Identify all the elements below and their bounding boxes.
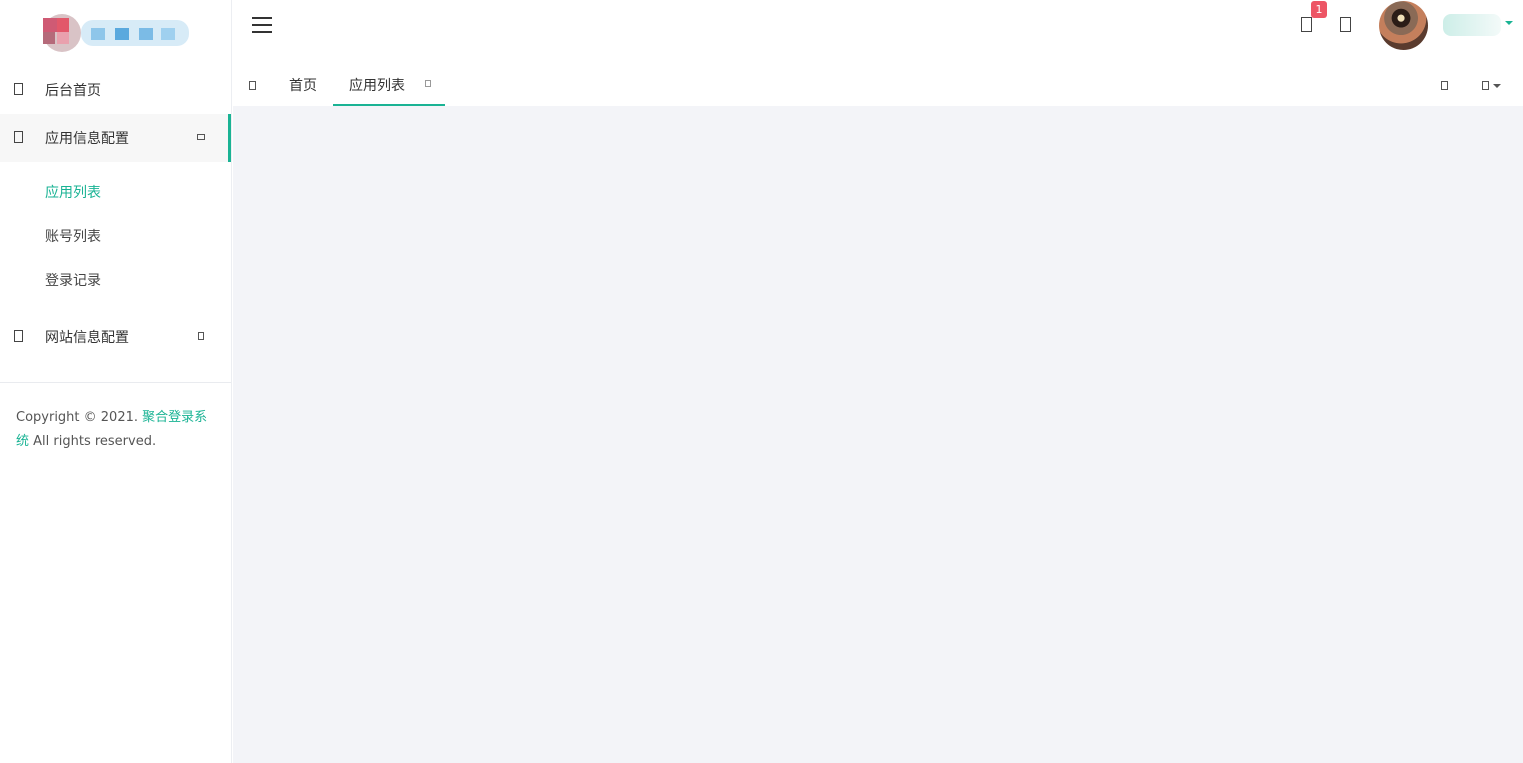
- app-config-icon: [14, 131, 23, 143]
- logo-image: [42, 14, 189, 52]
- app-root: 后台首页 应用信息配置 应用列表 账号列表 登录记录 网站信息配置 Copyri…: [0, 0, 1523, 763]
- copyright-prefix: Copyright © 2021.: [16, 410, 143, 425]
- tabs-scroll-left-icon[interactable]: [249, 81, 256, 90]
- sidebar: 后台首页 应用信息配置 应用列表 账号列表 登录记录 网站信息配置 Copyri…: [0, 0, 232, 763]
- notification-badge: 1: [1311, 1, 1327, 18]
- sidebar-item-label: 后台首页: [45, 83, 101, 99]
- avatar[interactable]: [1379, 1, 1428, 50]
- sidebar-divider: [0, 382, 231, 383]
- bell-icon[interactable]: [1301, 17, 1312, 32]
- copyright: Copyright © 2021. 聚合登录系统 All rights rese…: [16, 406, 216, 454]
- menu-toggle-icon[interactable]: [252, 17, 272, 33]
- site-config-icon: [14, 330, 23, 342]
- sidebar-item-dashboard[interactable]: 后台首页: [0, 66, 231, 114]
- sidebar-item-label: 网站信息配置: [45, 330, 129, 346]
- top-header: 1: [233, 0, 1523, 50]
- caret-down-icon[interactable]: [1505, 21, 1513, 25]
- chevron-left-icon: [198, 332, 204, 340]
- sidebar-item-site-config[interactable]: 网站信息配置: [0, 313, 231, 361]
- copyright-suffix: All rights reserved.: [29, 434, 157, 449]
- close-icon[interactable]: [425, 80, 431, 87]
- tab-app-list[interactable]: 应用列表: [333, 66, 445, 106]
- sidebar-subitem-login-records[interactable]: 登录记录: [0, 259, 231, 303]
- tab-label: 应用列表: [349, 78, 405, 94]
- sidebar-subitem-app-list[interactable]: 应用列表: [0, 171, 231, 215]
- tabs-options-dropdown[interactable]: [1482, 80, 1502, 92]
- content-area: [233, 106, 1523, 763]
- sidebar-item-label: 应用信息配置: [45, 131, 129, 147]
- tabs-scroll-right-icon[interactable]: [1441, 81, 1448, 90]
- sidebar-item-app-config[interactable]: 应用信息配置: [0, 114, 231, 162]
- sidebar-nav: 后台首页 应用信息配置: [0, 66, 231, 162]
- logo[interactable]: [0, 0, 231, 66]
- fullscreen-icon[interactable]: [1340, 17, 1351, 32]
- home-icon: [14, 83, 23, 95]
- sidebar-nav-secondary: 网站信息配置: [0, 313, 231, 361]
- tab-home[interactable]: 首页: [289, 66, 317, 106]
- sidebar-submenu: 应用列表 账号列表 登录记录: [0, 162, 231, 313]
- chevron-down-icon: [197, 134, 205, 140]
- sidebar-subitem-account-list[interactable]: 账号列表: [0, 215, 231, 259]
- tabs-options-icon: [1482, 81, 1489, 90]
- caret-down-icon: [1493, 84, 1501, 88]
- page-tabs: 首页 应用列表: [233, 66, 1523, 106]
- username[interactable]: [1443, 14, 1501, 36]
